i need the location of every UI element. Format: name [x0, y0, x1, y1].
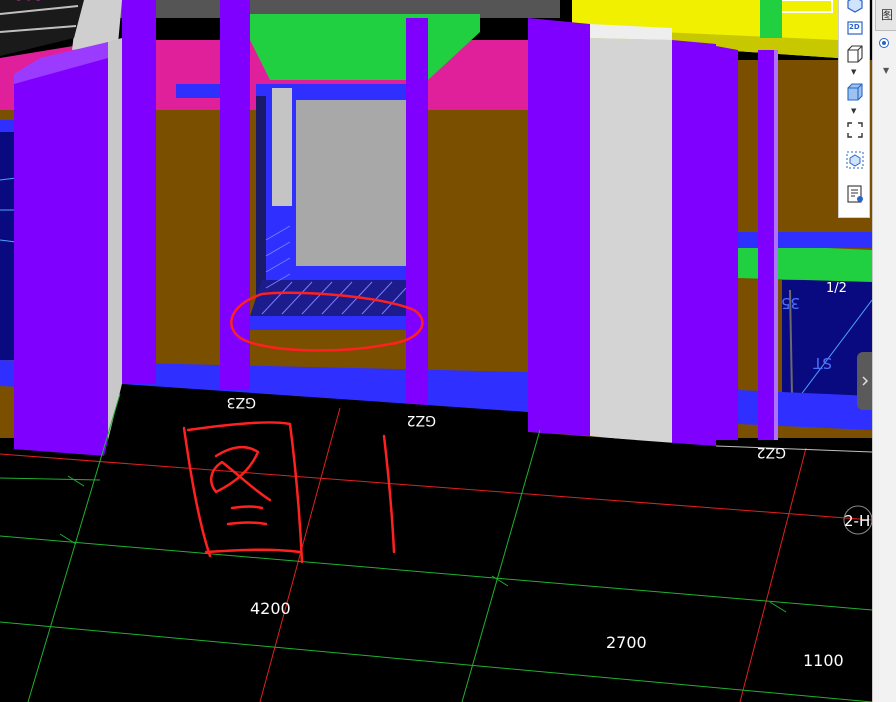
label-top-partial: 306	[15, 0, 42, 2]
right-side-panel: 图 ▼	[872, 0, 896, 702]
column-f	[716, 46, 738, 440]
view-toolbar: 2D ▼ ▼	[838, 0, 870, 218]
column-left-wide	[14, 42, 108, 456]
column-g-stripe	[774, 50, 778, 440]
label-axis-2h: 2-H	[844, 512, 870, 530]
label-gz3: GZ3	[227, 394, 256, 410]
panel-collapse-handle[interactable]	[857, 352, 872, 410]
view-3d-wire-button[interactable]	[843, 42, 867, 66]
panel-radio-button[interactable]	[879, 38, 889, 48]
top-green-post	[760, 0, 782, 38]
column-e	[672, 40, 716, 446]
right-window-label-3: 1/2	[826, 281, 847, 296]
panel-tab[interactable]: 图	[875, 0, 896, 31]
inner-window-top-frame	[176, 84, 220, 98]
chevron-down-icon[interactable]: ▼	[883, 66, 889, 75]
fit-view-icon	[847, 122, 863, 138]
magenta-left	[0, 58, 14, 110]
center-window-glass-frame	[288, 94, 406, 100]
column-c	[406, 18, 428, 408]
center-window-side-frame	[268, 206, 296, 218]
dimension-4200: 4200	[250, 599, 291, 618]
sill-ledge	[250, 316, 406, 330]
isolate-view-button[interactable]	[843, 148, 867, 172]
cube-solid-icon	[847, 0, 863, 13]
hatched-sill	[250, 280, 406, 316]
center-window-side-glass	[272, 88, 292, 206]
center-window-glass	[296, 98, 406, 266]
dimension-1100: 1100	[803, 651, 844, 670]
label-gz2-a: GZ2	[407, 412, 436, 428]
chevron-right-icon	[861, 376, 868, 386]
3d-model-viewport[interactable]: 35 ST 1/2 GZ3 GZ2 GZ2 2-H 4200 2700 1100	[0, 0, 872, 702]
column-d	[528, 18, 590, 436]
cube-selection-icon	[846, 151, 864, 169]
dimension-2700: 2700	[606, 633, 647, 652]
fit-view-button[interactable]	[843, 118, 867, 142]
document-view-icon	[847, 185, 863, 203]
cube-shaded-icon	[847, 83, 863, 101]
view-perspective-button[interactable]	[843, 0, 867, 16]
right-window-label-2: ST	[812, 354, 832, 372]
model-scene[interactable]: 35 ST 1/2 GZ3 GZ2 GZ2 2-H 4200 2700 1100	[0, 0, 872, 702]
properties-view-button[interactable]	[843, 182, 867, 206]
chevron-down-icon[interactable]: ▼	[851, 68, 856, 76]
view-2d-button[interactable]: 2D	[843, 16, 867, 40]
view-2d-label: 2D	[849, 23, 860, 31]
column-gray-center	[590, 38, 672, 444]
right-window-label-1: 35	[781, 294, 800, 312]
left-window-frame	[0, 120, 16, 132]
cube-outline-icon	[847, 45, 863, 63]
view-3d-shaded-button[interactable]	[843, 80, 867, 104]
chevron-down-icon[interactable]: ▼	[851, 107, 856, 115]
column-a	[122, 0, 156, 384]
label-gz2-b: GZ2	[757, 444, 786, 460]
